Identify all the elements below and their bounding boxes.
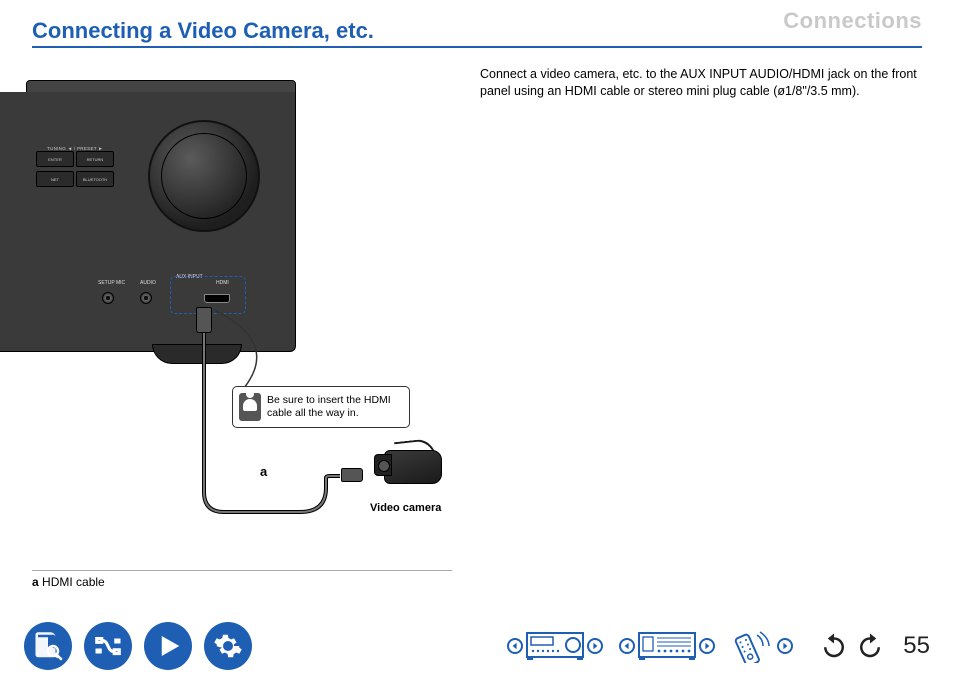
nav-cables-button[interactable] xyxy=(84,622,132,670)
legend: a HDMI cable xyxy=(32,570,452,589)
prev-arrow-icon[interactable] xyxy=(619,638,635,654)
play-icon xyxy=(153,631,183,661)
device-diagram: TUNING ◄ / PRESET ► ENTER RETURN NET BLU… xyxy=(0,92,480,552)
redo-icon[interactable] xyxy=(855,631,885,661)
nav-book-search-button[interactable] xyxy=(24,622,72,670)
video-camera-icon xyxy=(374,444,452,496)
footer-nav: 55 xyxy=(0,616,954,676)
diagram-letter-a: a xyxy=(260,464,267,479)
section-label: Connections xyxy=(783,8,922,34)
hdmi-plug-bottom-icon xyxy=(341,468,363,482)
intro-paragraph: Connect a video camera, etc. to the AUX … xyxy=(480,66,922,100)
page-number: 55 xyxy=(903,632,930,660)
undo-icon[interactable] xyxy=(819,631,849,661)
receiver-rear-icon xyxy=(637,629,697,663)
receiver-front-nav[interactable] xyxy=(505,629,605,663)
remote-icon xyxy=(729,629,775,663)
nav-play-button[interactable] xyxy=(144,622,192,670)
video-camera-label: Video camera xyxy=(370,502,441,514)
next-arrow-icon[interactable] xyxy=(587,638,603,654)
legend-a-text: HDMI cable xyxy=(39,575,105,589)
receiver-front-icon xyxy=(525,629,585,663)
prev-arrow-icon[interactable] xyxy=(507,638,523,654)
cables-icon xyxy=(93,631,123,661)
nav-settings-button[interactable] xyxy=(204,622,252,670)
remote-nav[interactable] xyxy=(729,629,795,663)
gear-icon xyxy=(213,631,243,661)
receiver-rear-nav[interactable] xyxy=(617,629,717,663)
callout-box: Be sure to insert the HDMI cable all the… xyxy=(232,386,410,428)
book-search-icon xyxy=(33,631,63,661)
person-icon xyxy=(239,393,261,421)
callout-text: Be sure to insert the HDMI cable all the… xyxy=(267,394,403,420)
next-arrow-icon[interactable] xyxy=(777,638,793,654)
next-arrow-icon[interactable] xyxy=(699,638,715,654)
legend-a-label: a xyxy=(32,575,39,589)
